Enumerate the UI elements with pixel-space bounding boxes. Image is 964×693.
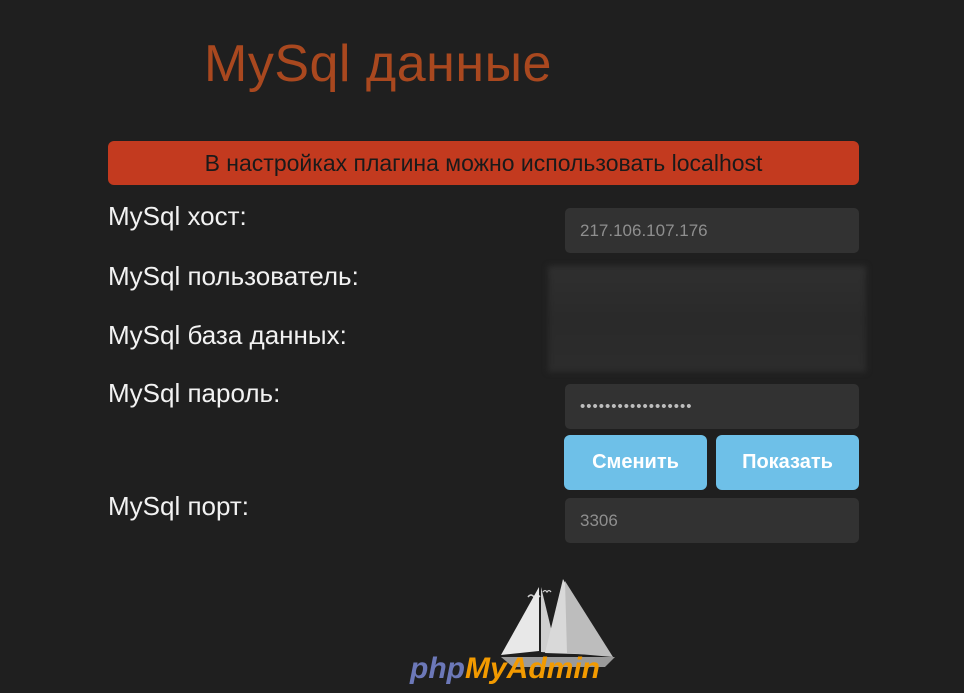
phpmyadmin-logo-text: phpMyAdmin — [410, 652, 600, 686]
host-label: MySql хост: — [108, 201, 247, 231]
localhost-notice-banner: В настройках плагина можно использовать … — [108, 141, 859, 185]
password-field[interactable]: •••••••••••••••••• — [565, 384, 859, 429]
page-title: MySql данные — [204, 35, 552, 93]
logo-myadmin-text: MyAdmin — [464, 652, 600, 685]
port-field[interactable]: 3306 — [565, 498, 859, 543]
host-field[interactable]: 217.106.107.176 — [565, 208, 859, 253]
logo-php-text: php — [410, 652, 465, 685]
show-button[interactable]: Показать — [716, 435, 859, 490]
blurred-user-database-fields[interactable] — [548, 266, 866, 372]
port-label: MySql порт: — [108, 491, 250, 521]
user-label: MySql пользователь: — [108, 261, 359, 291]
database-label: MySql база данных: — [108, 320, 347, 350]
change-button[interactable]: Сменить — [564, 435, 707, 490]
password-label: MySql пароль: — [108, 378, 281, 408]
